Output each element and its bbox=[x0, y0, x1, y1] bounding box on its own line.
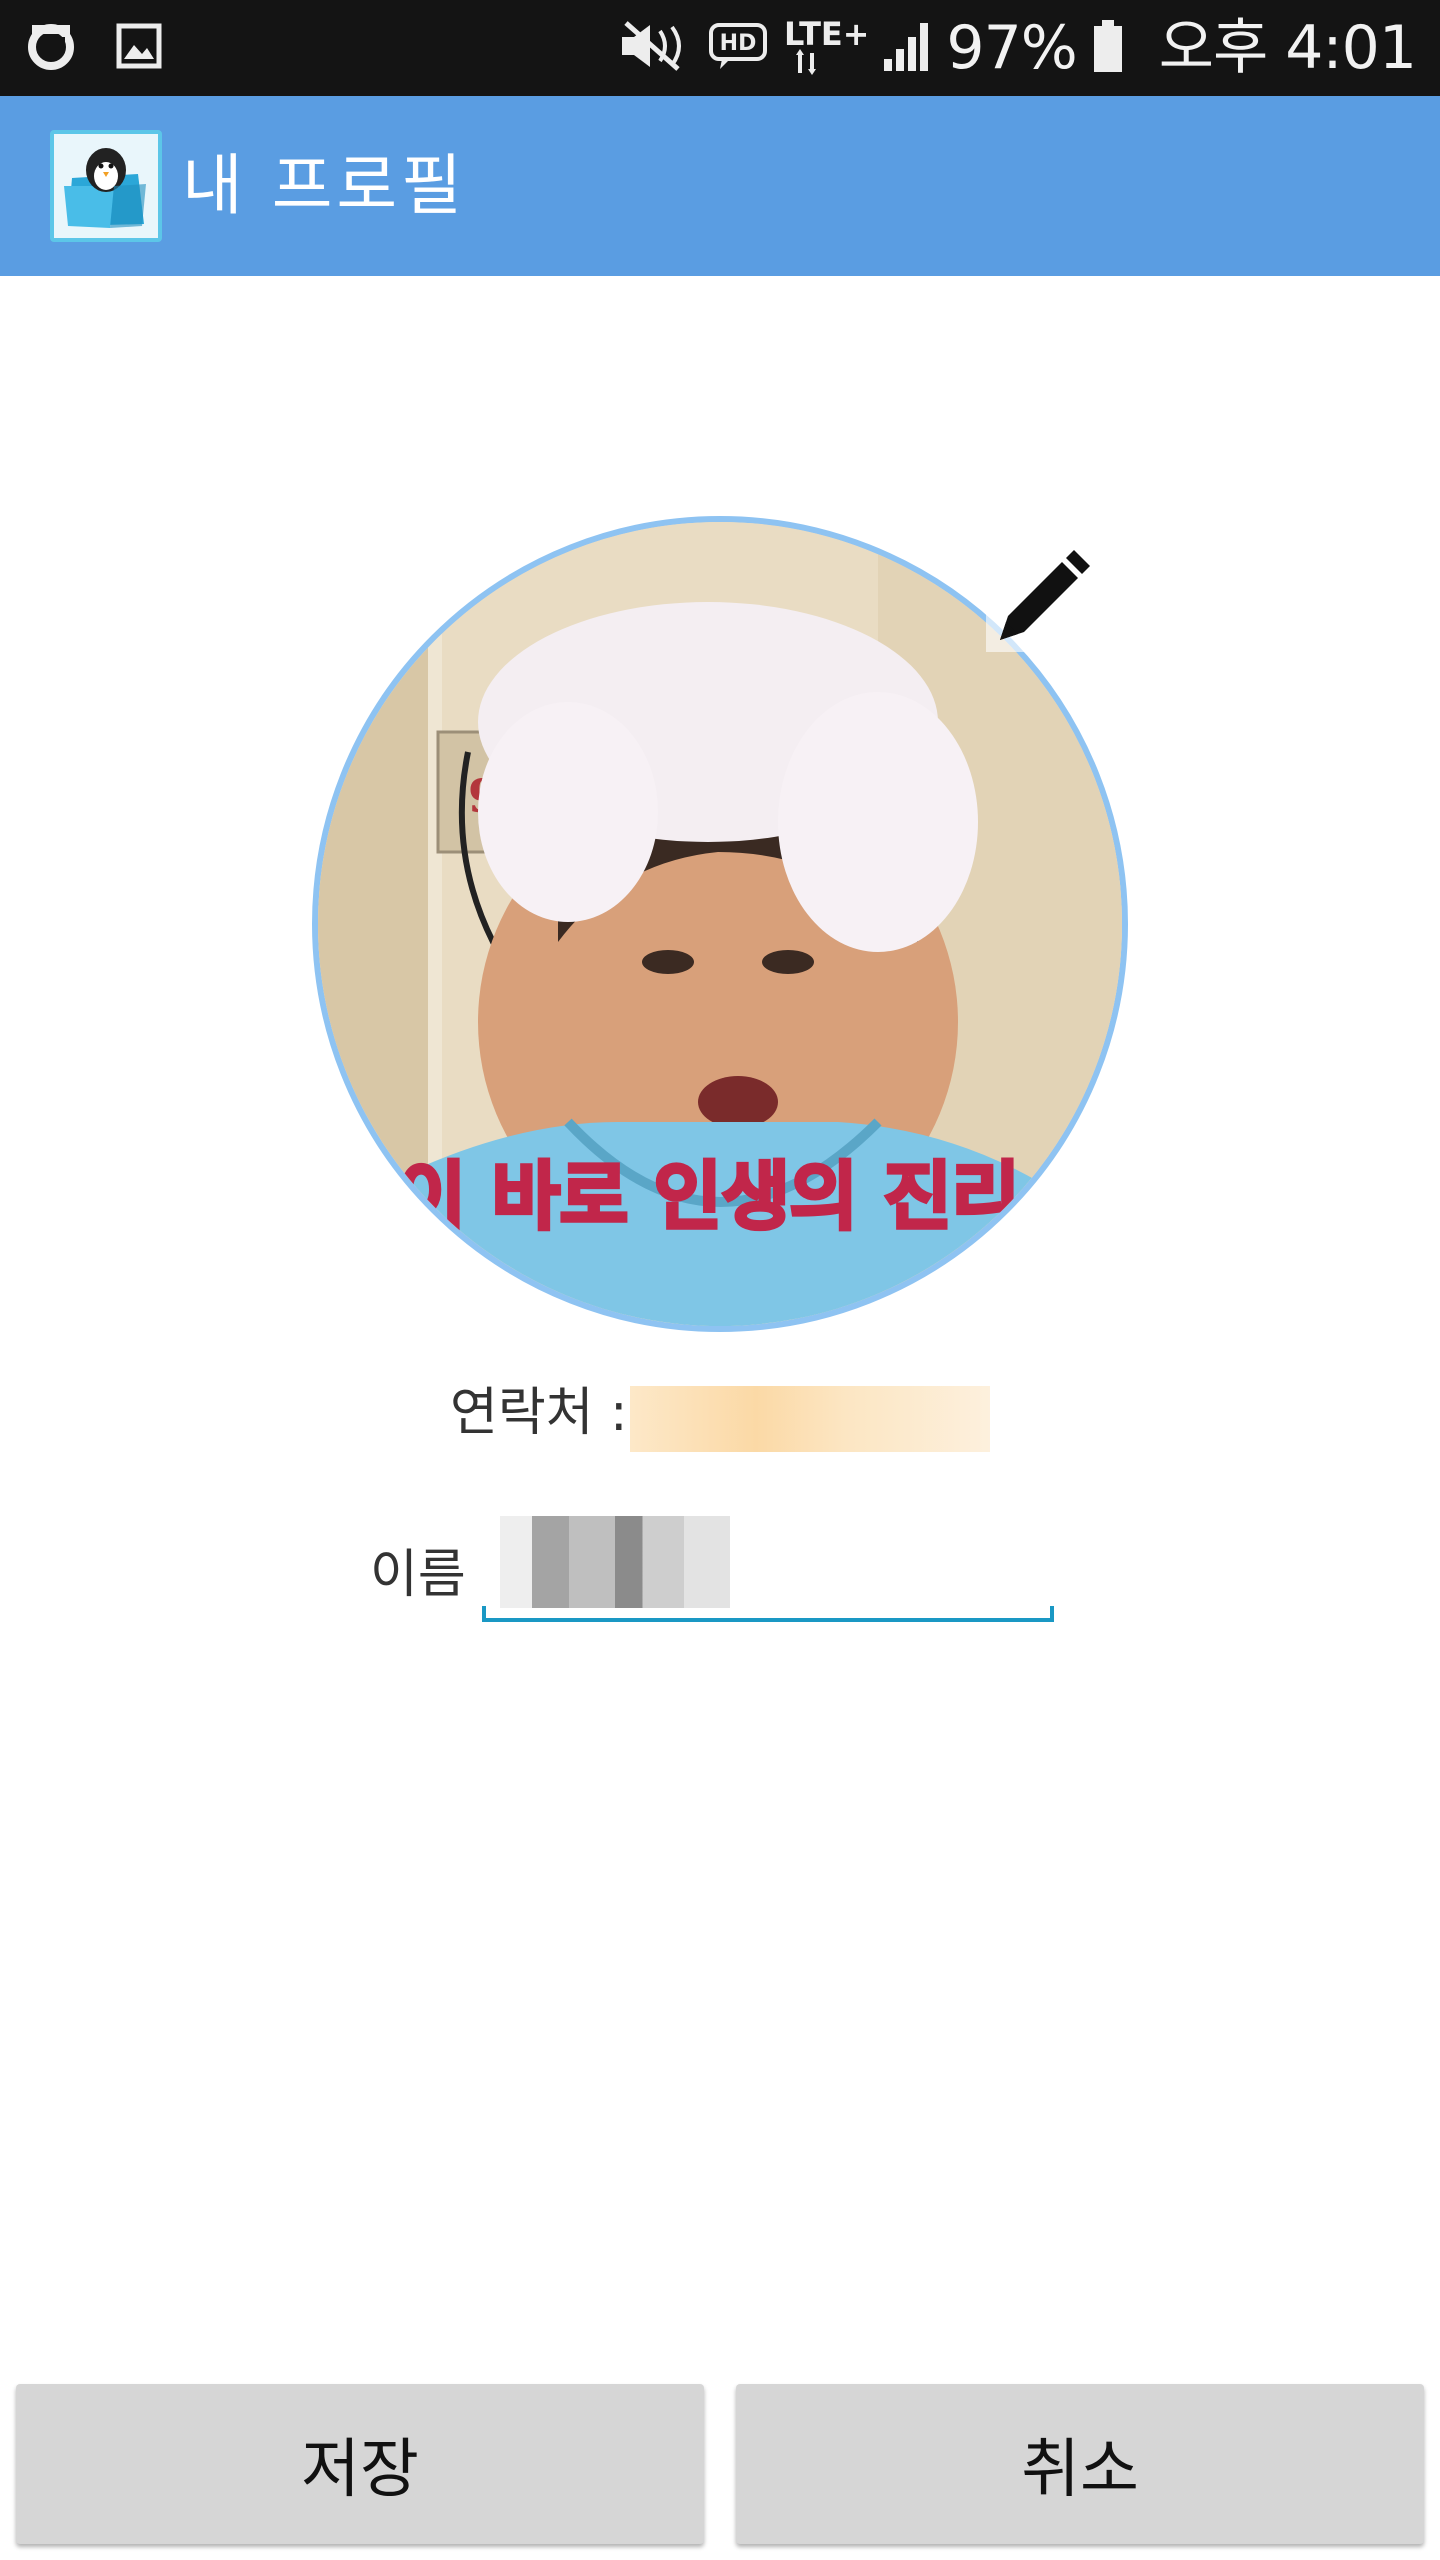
gallery-icon bbox=[116, 23, 162, 73]
photo-caption: 이 바로 인생의 진리 bbox=[398, 1154, 1020, 1240]
app-bar: 내 프로필 bbox=[0, 96, 1440, 276]
name-input-underline bbox=[482, 1606, 1054, 1622]
signal-icon bbox=[880, 19, 932, 77]
penguin-logo-icon bbox=[64, 148, 146, 228]
status-bar: HD LTE+ 97% 오후 4:01 bbox=[0, 0, 1440, 96]
pencil-icon bbox=[986, 548, 1094, 652]
lte-plus-icon: LTE+ bbox=[782, 11, 870, 85]
clock: 오후 4:01 bbox=[1158, 13, 1417, 83]
notification-g-icon bbox=[26, 21, 76, 75]
name-label: 이름 bbox=[370, 1545, 466, 1605]
hd-label: HD bbox=[720, 31, 757, 56]
mute-vibrate-icon bbox=[618, 19, 694, 77]
save-button[interactable]: 저장 bbox=[16, 2384, 704, 2544]
page-title: 내 프로필 bbox=[182, 147, 466, 224]
contact-label: 연락처 : bbox=[450, 1383, 628, 1443]
battery-percent: 97% bbox=[946, 13, 1077, 83]
network-label: LTE+ bbox=[784, 15, 866, 53]
hd-voice-icon: HD bbox=[708, 19, 768, 77]
cancel-button[interactable]: 취소 bbox=[736, 2384, 1424, 2544]
status-bar-left bbox=[26, 22, 162, 74]
contact-value bbox=[630, 1386, 990, 1452]
battery-icon bbox=[1091, 18, 1125, 78]
name-input[interactable] bbox=[482, 1510, 1054, 1626]
edit-photo-button[interactable] bbox=[980, 540, 1100, 660]
status-bar-right: HD LTE+ 97% 오후 4:01 bbox=[618, 11, 1417, 85]
penguin-box-logo bbox=[50, 130, 162, 242]
